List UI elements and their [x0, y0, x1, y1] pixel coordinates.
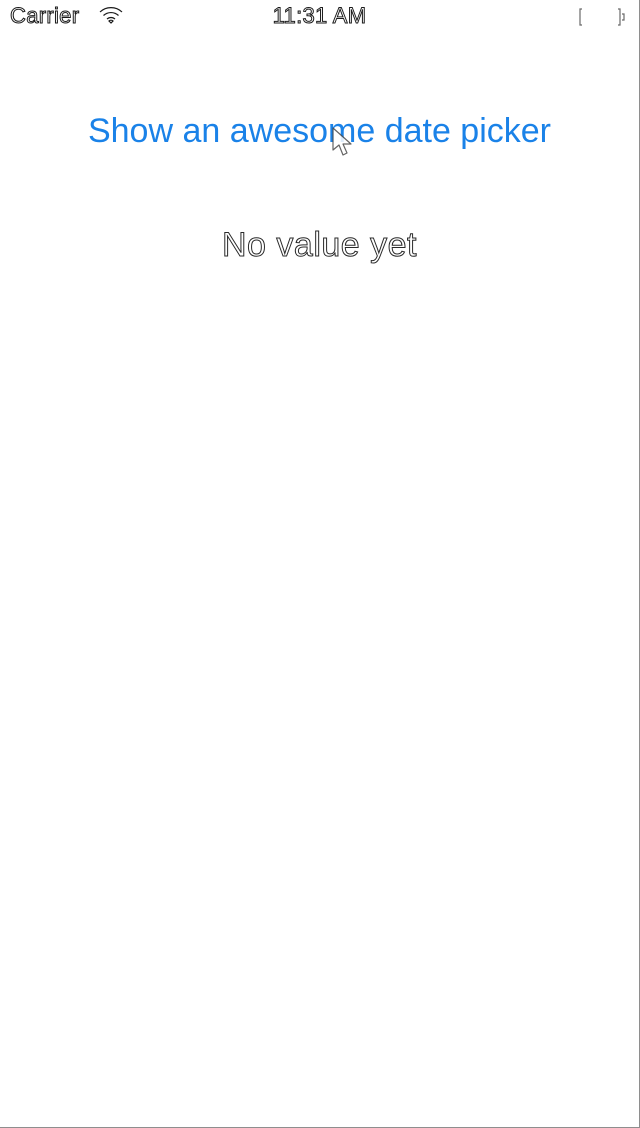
show-date-picker-button[interactable]: Show an awesome date picker — [0, 110, 639, 152]
clock-label: 11:31 AM — [272, 3, 367, 28]
mouse-pointer-icon — [330, 126, 356, 160]
status-bar: Carrier 11:31 AM — [0, 0, 639, 34]
app-screen: Carrier 11:31 AM Show an awesome date pi… — [0, 0, 640, 1128]
date-value-label: No value yet — [222, 226, 418, 265]
battery-icon — [574, 6, 630, 28]
